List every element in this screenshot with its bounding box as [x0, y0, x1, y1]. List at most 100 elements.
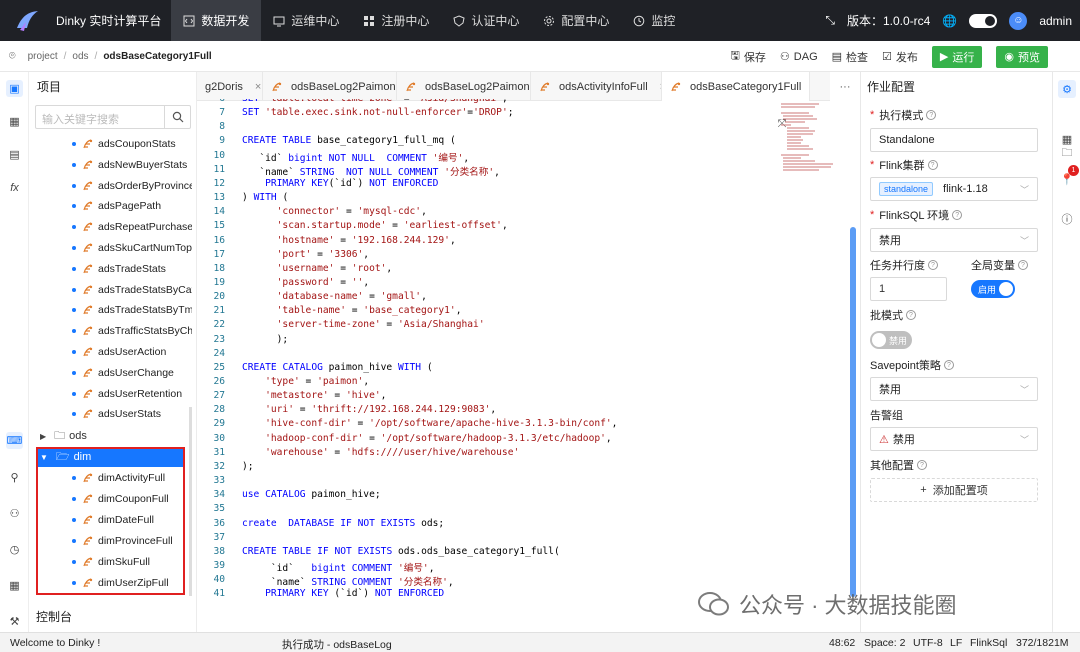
alert-select[interactable]: ⚠ 禁用 ﹀ — [870, 427, 1038, 451]
editor-tab[interactable]: odsBaseLog2Paimon× — [263, 72, 397, 101]
code-area[interactable]: 6SET 'table.local-time-zone' = 'Asia/Sha… — [197, 99, 777, 604]
tree-item[interactable]: adsSkuCartNumTop. — [72, 238, 192, 258]
info-icon[interactable]: ⓘ — [1058, 210, 1076, 228]
result-table-icon[interactable]: ▦ — [6, 577, 23, 594]
tree-item[interactable]: adsPagePath — [72, 196, 192, 216]
save-button[interactable]: 🖫 保存 — [731, 47, 766, 66]
code-line[interactable]: 26 'type' = 'paimon', — [197, 376, 777, 390]
code-line[interactable]: 19 'password' = '', — [197, 277, 777, 291]
more-tabs-icon[interactable]: ··· — [830, 72, 860, 101]
code-line[interactable]: 10 `id` bigint NOT NULL COMMENT '编号', — [197, 150, 777, 164]
username[interactable]: admin — [1039, 14, 1072, 28]
code-line[interactable]: 33 — [197, 475, 777, 489]
code-line[interactable]: 39 `id` bigint COMMENT '编号', — [197, 560, 777, 574]
code-line[interactable]: 13) WITH ( — [197, 192, 777, 206]
code-line[interactable]: 31 'warehouse' = 'hdfs:////user/hive/war… — [197, 447, 777, 461]
dag-button[interactable]: ⚇ DAG — [780, 50, 818, 64]
settings-icon[interactable]: ⚙ — [1058, 80, 1076, 98]
check-button[interactable]: ▤ 检查 — [832, 49, 868, 65]
breadcrumb-project[interactable]: project — [28, 51, 58, 62]
exec-mode-select[interactable]: Standalone — [870, 128, 1038, 152]
language-mode[interactable]: FlinkSql — [970, 637, 1007, 649]
tree-item[interactable]: adsUserChange — [72, 363, 192, 383]
tool-icon[interactable]: ⚒ — [6, 613, 23, 630]
avatar[interactable]: ☺ — [1009, 11, 1028, 30]
code-line[interactable]: 11 `name` STRING NOT NULL COMMENT '分类名称'… — [197, 164, 777, 178]
code-line[interactable]: 30 'hadoop-conf-dir' = '/opt/software/ha… — [197, 433, 777, 447]
code-line[interactable]: 24 — [197, 348, 777, 362]
console-label[interactable]: 控制台 — [36, 608, 72, 625]
console-icon[interactable]: ⌨ — [6, 432, 23, 449]
tree-item[interactable]: adsUserRetention — [72, 384, 192, 404]
code-line[interactable]: 8 — [197, 121, 777, 135]
code-line[interactable]: 28 'uri' = 'thrift://192.168.244.129:908… — [197, 404, 777, 418]
theme-toggle[interactable] — [969, 13, 998, 28]
code-line[interactable]: 37 — [197, 532, 777, 546]
code-line[interactable]: 40 `name` STRING COMMENT '分类名称', — [197, 574, 777, 588]
nav-item-4[interactable]: 配置中心 — [531, 0, 621, 41]
code-line[interactable]: 6SET 'table.local-time-zone' = 'Asia/Sha… — [197, 99, 777, 107]
code-line[interactable]: 17 'port' = '3306', — [197, 249, 777, 263]
tree-item[interactable]: adsTrafficStatsByCha — [72, 321, 192, 341]
parallel-input[interactable]: 1 — [870, 277, 947, 301]
nav-item-0[interactable]: 数据开发 — [171, 0, 262, 41]
code-line[interactable]: 16 'hostname' = '192.168.244.129', — [197, 235, 777, 249]
editor-tab[interactable]: odsBaseCategory1Full× — [662, 72, 810, 101]
pin-icon[interactable]: 📍 1 — [1058, 165, 1079, 188]
editor-tab[interactable]: g2Doris × — [197, 72, 263, 101]
history-icon[interactable]: ◷ — [6, 541, 23, 558]
code-line[interactable]: 27 'metastore' = 'hive', — [197, 390, 777, 404]
code-line[interactable]: 22 'server-time-zone' = 'Asia/Shanghai' — [197, 319, 777, 333]
batch-switch[interactable]: 禁用 — [870, 331, 912, 349]
tree-item[interactable]: adsCouponStats — [72, 134, 192, 154]
add-config-button[interactable]: + 添加配置项 — [870, 478, 1038, 502]
cluster-select[interactable]: standalone flink-1.18 ﹀ — [870, 177, 1038, 201]
nav-item-2[interactable]: 注册中心 — [351, 0, 441, 41]
globe-icon[interactable]: 🌐 — [942, 14, 957, 28]
code-line[interactable]: 29 'hive-conf-dir' = '/opt/software/apac… — [197, 418, 777, 432]
code-line[interactable]: 23 ); — [197, 334, 777, 348]
code-line[interactable]: 21 'table-name' = 'base_category1', — [197, 305, 777, 319]
code-line[interactable]: 20 'database-name' = 'gmall', — [197, 291, 777, 305]
code-line[interactable]: 18 'username' = 'root', — [197, 263, 777, 277]
tree-item[interactable]: adsUserStats — [72, 404, 192, 424]
run-button[interactable]: ▶ 运行 — [931, 45, 983, 68]
breadcrumb-ods[interactable]: ods — [72, 51, 88, 62]
tree-item[interactable]: adsNewBuyerStats — [72, 155, 192, 175]
code-line[interactable]: 12 PRIMARY KEY(`id`) NOT ENFORCED — [197, 178, 777, 192]
code-line[interactable]: 34 use CATALOG paimon_hive; — [197, 489, 777, 503]
editor-tab[interactable]: odsActivityInfoFull× — [531, 72, 662, 101]
code-line[interactable]: 32); — [197, 461, 777, 475]
tree-item[interactable]: adsTradeStatsByCate — [72, 280, 192, 300]
dinky-logo-icon[interactable] — [10, 4, 44, 38]
line-ending[interactable]: LF — [950, 637, 962, 649]
catalog-icon[interactable]: ▤ — [6, 146, 23, 163]
editor-scrollbar[interactable] — [850, 227, 856, 597]
function-icon[interactable]: fx — [6, 179, 23, 196]
tree-item[interactable]: adsTradeStats — [72, 259, 192, 279]
code-line[interactable]: 25 CREATE CATALOG paimon_hive WITH ( — [197, 362, 777, 376]
code-line[interactable]: 15 'scan.startup.mode' = 'earliest-offse… — [197, 220, 777, 234]
indent-setting[interactable]: Space: 2 — [864, 637, 905, 649]
folder-icon[interactable]: 🗀 — [1058, 144, 1076, 162]
code-line[interactable]: 7 SET 'table.exec.sink.not-null-enforcer'… — [197, 107, 777, 121]
tree-item[interactable]: adsUserAction — [72, 342, 192, 362]
global-var-switch[interactable]: 启用 — [971, 280, 1015, 298]
nav-item-5[interactable]: 监控 — [621, 0, 687, 41]
publish-button[interactable]: ☑ 发布 — [882, 49, 918, 65]
project-tree-icon[interactable]: ▣ — [6, 80, 23, 97]
search-log-icon[interactable]: ⚲ — [6, 469, 23, 486]
code-line[interactable]: 14 'connector' = 'mysql-cdc', — [197, 206, 777, 220]
folder-ods[interactable]: ▶ 🗀 ods — [40, 426, 87, 446]
env-select[interactable]: 禁用 ﹀ — [870, 228, 1038, 252]
code-line[interactable]: 9 CREATE TABLE base_category1_full_mq ( — [197, 135, 777, 149]
code-line[interactable]: 41 PRIMARY KEY (`id`) NOT ENFORCED — [197, 588, 777, 602]
nav-item-3[interactable]: 认证中心 — [441, 0, 531, 41]
code-line[interactable]: 38 CREATE TABLE IF NOT EXISTS ods.ods_bas… — [197, 546, 777, 560]
nav-item-1[interactable]: 运维中心 — [261, 0, 351, 41]
lineage-icon[interactable]: ⚇ — [6, 505, 23, 522]
minimap[interactable] — [779, 102, 843, 182]
close-icon[interactable]: × — [255, 81, 261, 93]
table-icon[interactable]: ▦ — [6, 113, 23, 130]
sidebar-scrollbar[interactable] — [189, 407, 192, 596]
